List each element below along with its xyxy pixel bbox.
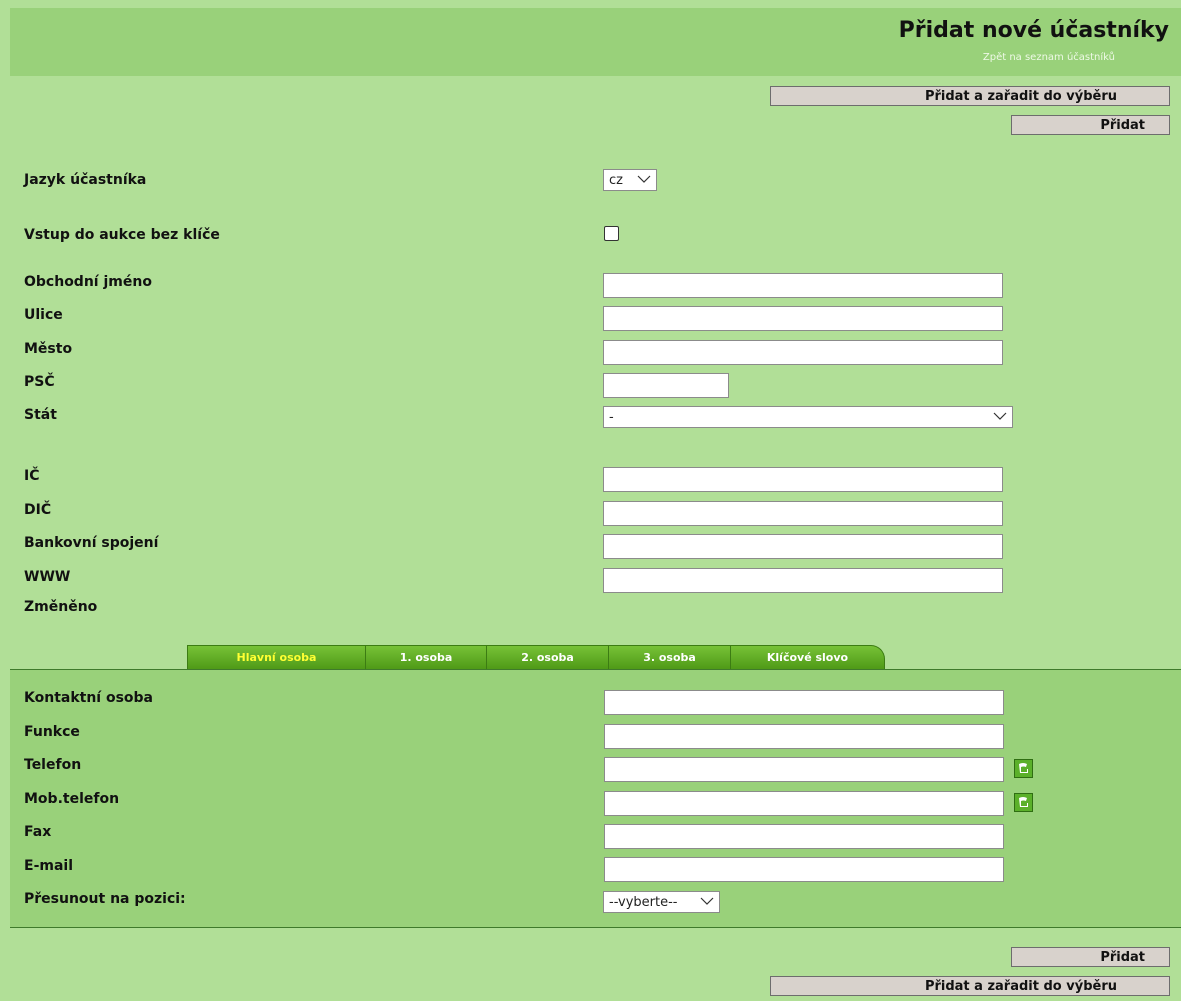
country-select[interactable]: - <box>603 406 1013 428</box>
www-label: WWW <box>24 569 71 585</box>
phone-label: Telefon <box>24 757 82 773</box>
contact-person-input[interactable] <box>604 690 1004 715</box>
no-key-label: Vstup do aukce bez klíče <box>24 227 220 243</box>
city-label: Město <box>24 341 73 357</box>
language-select[interactable]: cz <box>603 169 657 191</box>
street-input[interactable] <box>603 306 1003 331</box>
email-input[interactable] <box>604 857 1004 882</box>
chevron-down-icon <box>700 897 714 905</box>
country-select-value: - <box>609 410 614 425</box>
language-label: Jazyk účastníka <box>24 172 147 188</box>
fax-label: Fax <box>24 824 52 840</box>
business-name-input[interactable] <box>603 273 1003 298</box>
tab-person-1[interactable]: 1. osoba <box>365 645 486 669</box>
ic-input[interactable] <box>603 467 1003 492</box>
dic-input[interactable] <box>603 501 1003 526</box>
page-header: Přidat nové účastníky Zpět na seznam úča… <box>10 8 1181 76</box>
city-input[interactable] <box>603 340 1003 365</box>
bank-input[interactable] <box>603 534 1003 559</box>
tab-keyword[interactable]: Klíčové slovo <box>730 645 885 669</box>
email-label: E-mail <box>24 858 74 874</box>
page-title: Přidat nové účastníky <box>898 18 1169 43</box>
chevron-down-icon <box>993 412 1007 420</box>
language-select-value: cz <box>609 173 623 188</box>
move-to-position-value: --vyberte-- <box>609 895 678 910</box>
phone-icon[interactable] <box>1014 759 1033 778</box>
mobile-input[interactable] <box>604 791 1004 816</box>
add-button-top[interactable]: Přidat <box>1011 115 1170 135</box>
dic-label: DIČ <box>24 502 52 518</box>
www-input[interactable] <box>603 568 1003 593</box>
person-tabs: Hlavní osoba 1. osoba 2. osoba 3. osoba … <box>187 645 885 669</box>
tab-main-person[interactable]: Hlavní osoba <box>187 645 365 669</box>
move-to-position-select[interactable]: --vyberte-- <box>603 891 720 913</box>
bank-label: Bankovní spojení <box>24 535 159 551</box>
ic-label: IČ <box>24 468 40 484</box>
mobile-label: Mob.telefon <box>24 791 120 807</box>
fax-input[interactable] <box>604 824 1004 849</box>
function-input[interactable] <box>604 724 1004 749</box>
street-label: Ulice <box>24 307 63 323</box>
chevron-down-icon <box>637 175 651 183</box>
mobile-phone-icon[interactable] <box>1014 793 1033 812</box>
add-button-bottom[interactable]: Přidat <box>1011 947 1170 967</box>
tab-person-3[interactable]: 3. osoba <box>608 645 730 669</box>
move-to-position-label: Přesunout na pozici: <box>24 891 186 907</box>
person-panel <box>10 669 1181 928</box>
add-and-select-button-bottom[interactable]: Přidat a zařadit do výběru <box>770 976 1170 996</box>
function-label: Funkce <box>24 724 80 740</box>
add-and-select-button-top[interactable]: Přidat a zařadit do výběru <box>770 86 1170 106</box>
business-name-label: Obchodní jméno <box>24 274 152 290</box>
phone-input[interactable] <box>604 757 1004 782</box>
zip-input[interactable] <box>603 373 729 398</box>
zip-label: PSČ <box>24 374 55 390</box>
country-label: Stát <box>24 407 57 423</box>
back-to-list-link[interactable]: Zpět na seznam účastníků <box>983 52 1115 63</box>
changed-label: Změněno <box>24 599 98 615</box>
contact-person-label: Kontaktní osoba <box>24 690 154 706</box>
tab-person-2[interactable]: 2. osoba <box>486 645 608 669</box>
no-key-checkbox[interactable] <box>604 226 619 241</box>
